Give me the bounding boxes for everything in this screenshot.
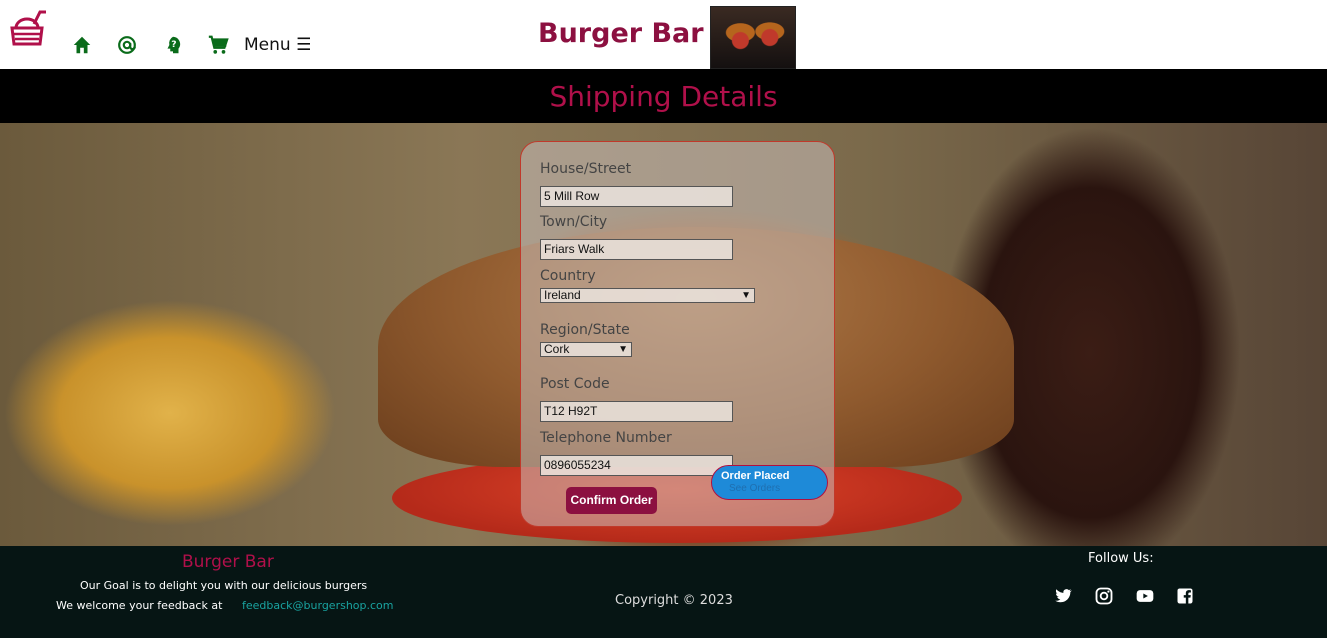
postcode-label: Post Code xyxy=(540,376,610,392)
country-label: Country xyxy=(540,268,596,284)
svg-text:?: ? xyxy=(171,39,176,50)
site-header: ? Menu ☰ Burger Bar xyxy=(0,0,1327,69)
confirm-order-button[interactable]: Confirm Order xyxy=(566,487,657,514)
country-select[interactable]: Ireland ▼ xyxy=(540,288,755,303)
facebook-icon[interactable] xyxy=(1175,586,1195,606)
town-input[interactable]: Friars Walk xyxy=(540,239,733,260)
region-label: Region/State xyxy=(540,322,630,338)
postcode-input[interactable]: T12 H92T xyxy=(540,401,733,422)
phone-input[interactable]: 0896055234 xyxy=(540,455,733,476)
site-footer: Burger Bar Our Goal is to delight you wi… xyxy=(0,546,1327,638)
footer-brand: Burger Bar xyxy=(182,552,274,572)
chevron-down-icon: ▼ xyxy=(618,344,628,355)
site-brand[interactable]: Burger Bar xyxy=(538,18,704,49)
country-value: Ireland xyxy=(544,288,581,302)
footer-feedback-text: We welcome your feedback at xyxy=(56,599,223,612)
region-value: Cork xyxy=(544,342,570,356)
chevron-down-icon: ▼ xyxy=(741,290,751,301)
page-title: Shipping Details xyxy=(549,80,778,113)
toast-title: Order Placed xyxy=(721,470,790,482)
footer-goal-text: Our Goal is to delight you with our deli… xyxy=(80,579,368,592)
help-icon[interactable]: ? xyxy=(162,34,184,56)
see-orders-link[interactable]: See Orders xyxy=(729,483,780,494)
hero-background: House/Street 5 Mill Row Town/City Friars… xyxy=(0,123,1327,546)
house-label: House/Street xyxy=(540,161,632,177)
copyright-text: Copyright © 2023 xyxy=(615,593,733,608)
house-input[interactable]: 5 Mill Row xyxy=(540,186,733,207)
phone-label: Telephone Number xyxy=(540,430,672,446)
youtube-icon[interactable] xyxy=(1135,586,1155,606)
at-icon[interactable] xyxy=(116,34,138,56)
town-label: Town/City xyxy=(540,214,608,230)
feedback-email-link[interactable]: feedback@burgershop.com xyxy=(242,599,394,612)
cart-icon[interactable] xyxy=(207,34,229,56)
burger-photo xyxy=(710,6,796,69)
home-icon[interactable] xyxy=(71,34,93,56)
follow-us-label: Follow Us: xyxy=(1088,551,1154,566)
title-bar: Shipping Details xyxy=(0,69,1327,123)
order-placed-toast: Order Placed See Orders xyxy=(711,465,828,500)
instagram-icon[interactable] xyxy=(1094,586,1114,606)
burger-logo-icon[interactable] xyxy=(8,10,48,50)
menu-toggle[interactable]: Menu ☰ xyxy=(244,35,311,55)
shipping-form: House/Street 5 Mill Row Town/City Friars… xyxy=(520,141,835,527)
region-select[interactable]: Cork ▼ xyxy=(540,342,632,357)
twitter-icon[interactable] xyxy=(1053,586,1073,606)
